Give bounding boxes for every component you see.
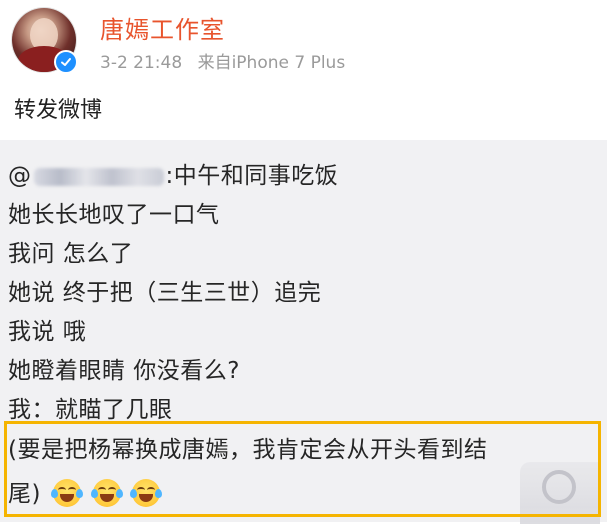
mention-prefix: @ (8, 163, 32, 189)
post-meta: 3-2 21:48 来自iPhone 7 Plus (100, 48, 345, 73)
post-header: 唐嫣工作室 3-2 21:48 来自iPhone 7 Plus 转发微博 (0, 0, 607, 140)
quoted-line: 她瞪着眼睛 你没看么? (8, 358, 241, 384)
quoted-line: 她说 终于把（三生三世）追完 (8, 280, 322, 306)
quoted-line: 我说 哦 (8, 319, 87, 345)
quoted-line-1-text: :中午和同事吃饭 (165, 163, 339, 189)
verified-badge-icon (54, 50, 78, 74)
quoted-line: 她长长地叹了一口气 (8, 202, 220, 228)
post-timestamp: 3-2 21:48 (100, 53, 183, 73)
post-source: 来自iPhone 7 Plus (197, 53, 346, 73)
user-name[interactable]: 唐嫣工作室 (100, 10, 225, 45)
blurred-username[interactable] (33, 167, 164, 186)
repost-label: 转发微博 (14, 98, 103, 123)
quoted-line-mention: @ :中午和同事吃饭 (8, 156, 338, 190)
checkmark-icon (61, 58, 71, 66)
quoted-line: 我问 怎么了 (8, 241, 134, 267)
highlight-frame (4, 421, 601, 517)
quoted-line: 我：就瞄了几眼 (8, 397, 173, 423)
